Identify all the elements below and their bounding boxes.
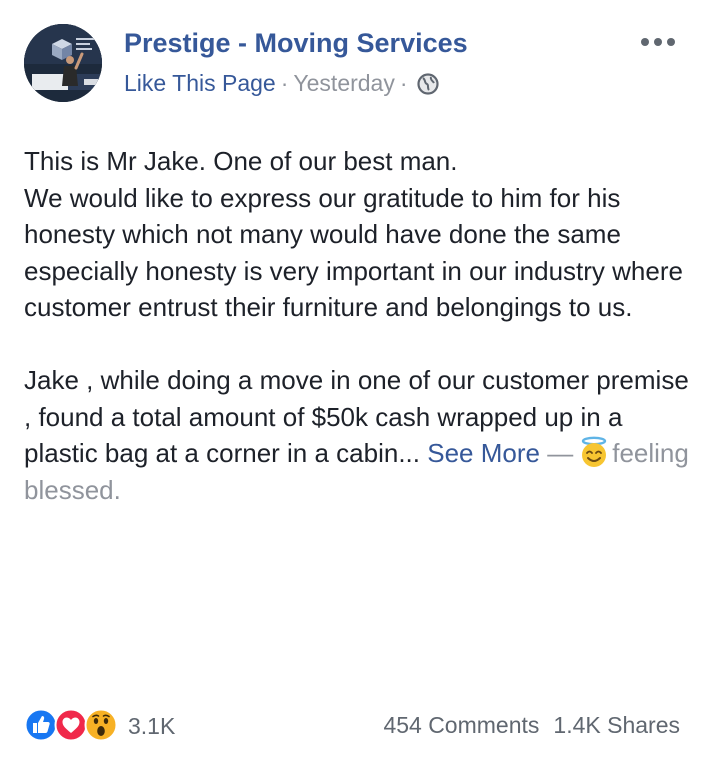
page-avatar[interactable] — [24, 24, 102, 102]
love-icon — [54, 708, 88, 742]
meta-separator-2: · — [399, 70, 408, 96]
smiling-halo-icon — [577, 435, 611, 469]
engagement-counts: 454 Comments 1.4K Shares — [383, 712, 680, 739]
reactions-summary[interactable]: 3.1K — [24, 706, 175, 746]
post-timestamp[interactable]: Yesterday — [293, 70, 394, 97]
facebook-post: Prestige - Moving Services Like This Pag… — [0, 0, 708, 764]
shares-count-link[interactable]: 1.4K Shares — [553, 712, 680, 738]
avatar-image — [24, 24, 102, 102]
meta-separator: · — [280, 70, 289, 96]
reaction-count: 3.1K — [128, 712, 176, 739]
globe-icon — [416, 72, 439, 95]
wow-icon — [84, 708, 118, 742]
post-paragraph-2: Jake , while doing a move in one of our … — [24, 362, 694, 508]
more-horizontal-icon[interactable] — [636, 28, 680, 56]
post-paragraph-1: This is Mr Jake. One of our best man. We… — [24, 143, 694, 326]
post-first-paragraph-rest: We would like to express our gratitude t… — [24, 182, 683, 323]
like-icon — [24, 708, 58, 742]
comments-count-link[interactable]: 454 Comments — [383, 712, 539, 738]
like-page-link[interactable]: Like This Page — [124, 70, 276, 97]
post-meta: Like This Page · Yesterday · — [124, 70, 439, 97]
post-first-line: This is Mr Jake. One of our best man. — [24, 146, 458, 176]
see-more-link[interactable]: See More — [427, 438, 540, 468]
page-name-link[interactable]: Prestige - Moving Services — [124, 28, 468, 59]
feeling-dash: — — [547, 438, 574, 468]
post-text: This is Mr Jake. One of our best man. We… — [24, 143, 694, 508]
reaction-icons — [24, 708, 122, 744]
